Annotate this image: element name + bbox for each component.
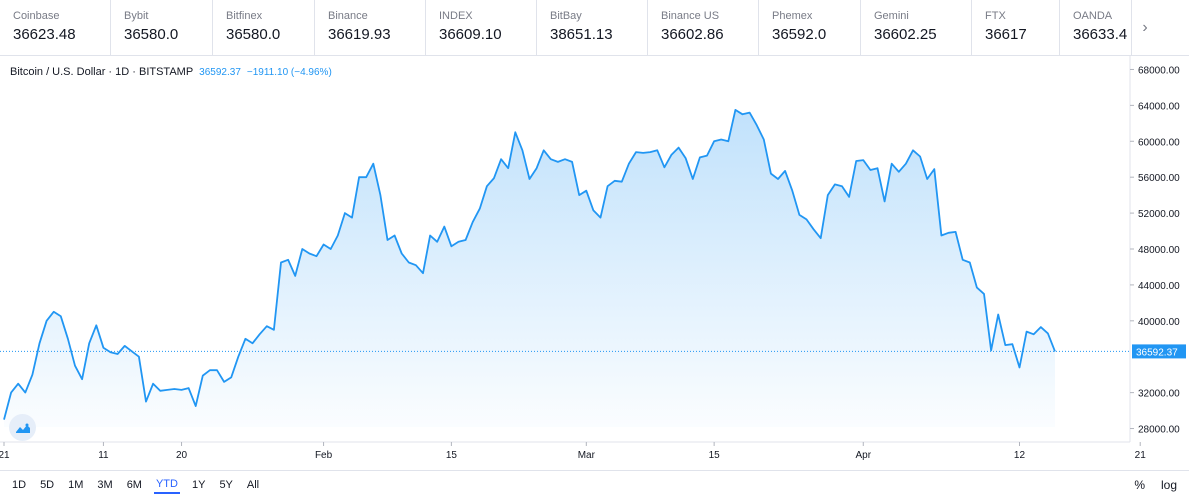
x-tick-label: 15 [446, 450, 458, 461]
ticker-value: 36580.0 [226, 25, 314, 45]
y-tick-label: 44000.00 [1138, 281, 1180, 292]
y-tick-label: 60000.00 [1138, 137, 1180, 148]
range-1y[interactable]: 1Y [190, 477, 207, 493]
ticker-phemex[interactable]: Phemex 36592.0 [759, 0, 861, 55]
x-tick-label: Apr [855, 450, 871, 461]
ticker-value: 36623.48 [13, 25, 110, 45]
ticker-coinbase[interactable]: Coinbase 36623.48 [0, 0, 111, 55]
range-5y[interactable]: 5Y [217, 477, 234, 493]
ticker-name: INDEX [439, 10, 536, 23]
chart-legend: Bitcoin / U.S. Dollar · 1D · BITSTAMP 36… [10, 66, 332, 78]
x-tick-label: Feb [315, 450, 333, 461]
x-tick-label: Mar [578, 450, 596, 461]
y-tick-label: 68000.00 [1138, 65, 1180, 76]
ticker-value: 38651.13 [550, 25, 647, 45]
y-tick-label: 64000.00 [1138, 101, 1180, 112]
ticker-value: 36609.10 [439, 25, 536, 45]
ticker-name: Binance US [661, 10, 758, 23]
y-tick-label: 48000.00 [1138, 245, 1180, 256]
ticker-name: Bybit [124, 10, 212, 23]
ticker-bybit[interactable]: Bybit 36580.0 [111, 0, 213, 55]
y-tick-label: 40000.00 [1138, 317, 1180, 328]
ticker-name: Coinbase [13, 10, 110, 23]
ticker-value: 36619.93 [328, 25, 425, 45]
legend-symbol: Bitcoin / U.S. Dollar · 1D · BITSTAMP [10, 66, 193, 78]
ticker-gemini[interactable]: Gemini 36602.25 [861, 0, 972, 55]
y-tick-label: 52000.00 [1138, 209, 1180, 220]
range-3m[interactable]: 3M [95, 477, 114, 493]
range-6m[interactable]: 6M [125, 477, 144, 493]
ticker-name: Binance [328, 10, 425, 23]
x-tick-label: 15 [709, 450, 721, 461]
range-5d[interactable]: 5D [38, 477, 56, 493]
ticker-bitfinex[interactable]: Bitfinex 36580.0 [213, 0, 315, 55]
price-area-fill [4, 110, 1055, 427]
ticker-value: 36580.0 [124, 25, 212, 45]
ticker-binance[interactable]: Binance 36619.93 [315, 0, 426, 55]
ticker-bar: Coinbase 36623.48 Bybit 36580.0 Bitfinex 3658… [0, 0, 1189, 56]
y-tick-label: 56000.00 [1138, 173, 1180, 184]
chart-area[interactable]: 68000.00 64000.00 60000.00 56000.00 52000.00… [0, 56, 1189, 466]
ticker-name: Phemex [772, 10, 860, 23]
percent-scale-button[interactable]: % [1134, 478, 1145, 492]
x-tick-label: 12 [1014, 450, 1026, 461]
last-price-label: 36592.37 [1136, 347, 1178, 358]
y-tick-label: 28000.00 [1138, 425, 1180, 436]
price-axis[interactable] [1130, 56, 1189, 466]
bottom-toolbar: 1D 5D 1M 3M 6M YTD 1Y 5Y All % log [0, 470, 1189, 498]
ticker-index[interactable]: INDEX 36609.10 [426, 0, 537, 55]
ticker-value: 36633.4 [1073, 25, 1131, 45]
ticker-binance-us[interactable]: Binance US 36602.86 [648, 0, 759, 55]
legend-price: 36592.37 [199, 67, 241, 78]
ticker-name: BitBay [550, 10, 647, 23]
ticker-value: 36602.86 [661, 25, 758, 45]
x-tick-label: 21 [0, 450, 10, 461]
ticker-ftx[interactable]: FTX 36617 [972, 0, 1060, 55]
ticker-name: Gemini [874, 10, 971, 23]
tradingview-logo-icon[interactable] [9, 414, 36, 441]
scale-tools: % log [1134, 471, 1177, 499]
ticker-oanda[interactable]: OANDA 36633.4 [1060, 0, 1132, 55]
ticker-bitbay[interactable]: BitBay 38651.13 [537, 0, 648, 55]
x-tick-label: 11 [98, 450, 109, 461]
ticker-value: 36617 [985, 25, 1059, 45]
log-scale-button[interactable]: log [1161, 478, 1177, 492]
legend-change: −1911.10 (−4.96%) [247, 67, 332, 78]
x-tick-label: 21 [1135, 450, 1147, 461]
range-all[interactable]: All [245, 477, 261, 493]
ticker-name: FTX [985, 10, 1059, 23]
ticker-value: 36602.25 [874, 25, 971, 45]
ticker-name: OANDA [1073, 10, 1131, 23]
range-selector: 1D 5D 1M 3M 6M YTD 1Y 5Y All [0, 476, 261, 494]
x-tick-label: 20 [176, 450, 188, 461]
ticker-name: Bitfinex [226, 10, 314, 23]
range-1d[interactable]: 1D [10, 477, 28, 493]
ticker-value: 36592.0 [772, 25, 860, 45]
range-ytd[interactable]: YTD [154, 476, 180, 494]
chevron-right-icon[interactable]: › [1132, 0, 1158, 55]
y-tick-label: 32000.00 [1138, 389, 1180, 400]
range-1m[interactable]: 1M [66, 477, 85, 493]
price-chart[interactable]: 68000.00 64000.00 60000.00 56000.00 52000.00… [0, 56, 1189, 466]
